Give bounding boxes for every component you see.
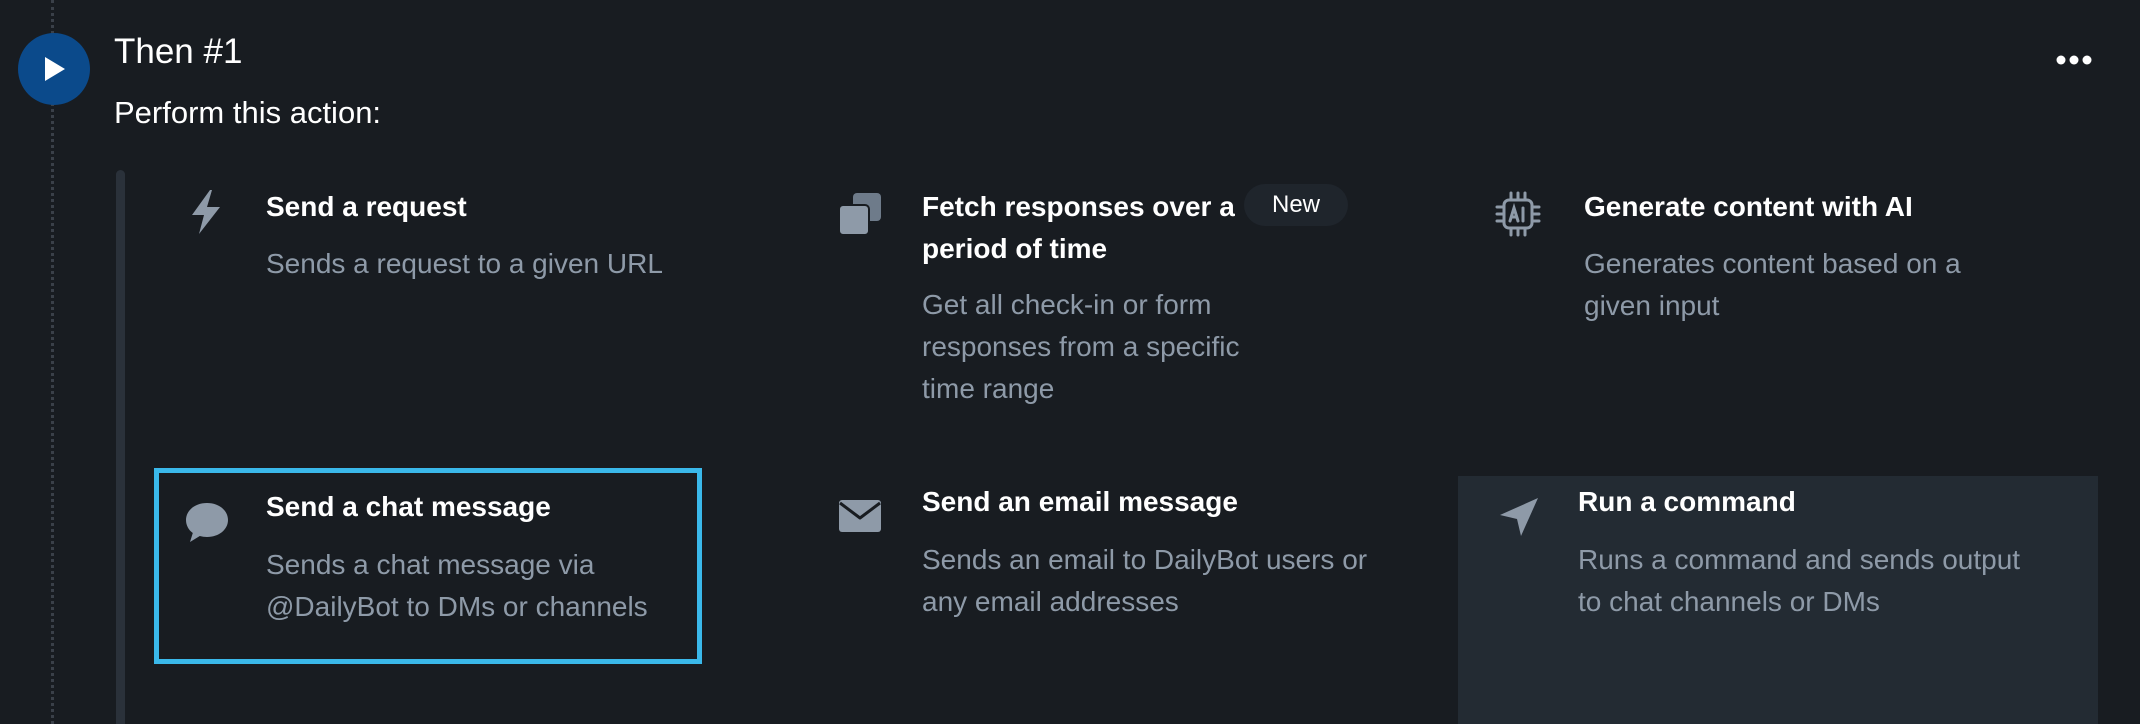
step-subtitle: Perform this action: bbox=[114, 95, 382, 130]
action-title: Generate content with AI bbox=[1584, 191, 1913, 222]
more-horizontal-icon bbox=[2056, 55, 2092, 65]
action-card-send-chat-message[interactable]: Send a chat message Sends a chat message… bbox=[154, 468, 702, 664]
ai-chip-icon bbox=[1492, 188, 1544, 240]
navigation-arrow-icon bbox=[1492, 492, 1544, 544]
action-description: Sends a chat message via @DailyBot to DM… bbox=[266, 549, 648, 622]
action-description: Sends an email to DailyBot users or any … bbox=[922, 544, 1368, 617]
action-description: Get all check-in or form responses from … bbox=[922, 289, 1240, 404]
step-play-button[interactable] bbox=[18, 33, 90, 105]
action-description: Runs a command and sends output to chat … bbox=[1578, 544, 2021, 617]
action-description: Sends a request to a given URL bbox=[266, 248, 663, 279]
automation-step: Then #1 Perform this action: Send a requ… bbox=[0, 0, 2140, 724]
lightning-bolt-icon bbox=[180, 186, 232, 238]
action-description: Generates content based on a given input bbox=[1584, 248, 1961, 321]
step-title: Then #1 bbox=[114, 32, 243, 71]
action-title: Fetch responses over a period of time bbox=[922, 191, 1235, 264]
chat-bubble-icon bbox=[181, 497, 233, 549]
action-card-generate-ai[interactable]: Generate content with AI Generates conte… bbox=[1488, 176, 2088, 366]
more-options-button[interactable] bbox=[2050, 48, 2098, 72]
timeline-connector bbox=[51, 0, 54, 724]
action-card-send-email-message[interactable]: Send an email message Sends an email to … bbox=[826, 476, 1386, 656]
action-card-run-command[interactable]: Run a command Runs a command and sends o… bbox=[1458, 476, 2098, 724]
action-title: Send a chat message bbox=[266, 491, 551, 522]
action-title: Send an email message bbox=[922, 486, 1238, 517]
play-icon bbox=[45, 57, 65, 81]
action-title: Send a request bbox=[266, 191, 467, 222]
action-card-send-request[interactable]: Send a request Sends a request to a give… bbox=[170, 176, 730, 306]
action-title: Run a command bbox=[1578, 486, 1796, 517]
new-badge: New bbox=[1244, 184, 1348, 226]
envelope-icon bbox=[834, 490, 886, 542]
action-list-bar bbox=[116, 170, 125, 724]
stacked-squares-icon bbox=[834, 188, 886, 240]
